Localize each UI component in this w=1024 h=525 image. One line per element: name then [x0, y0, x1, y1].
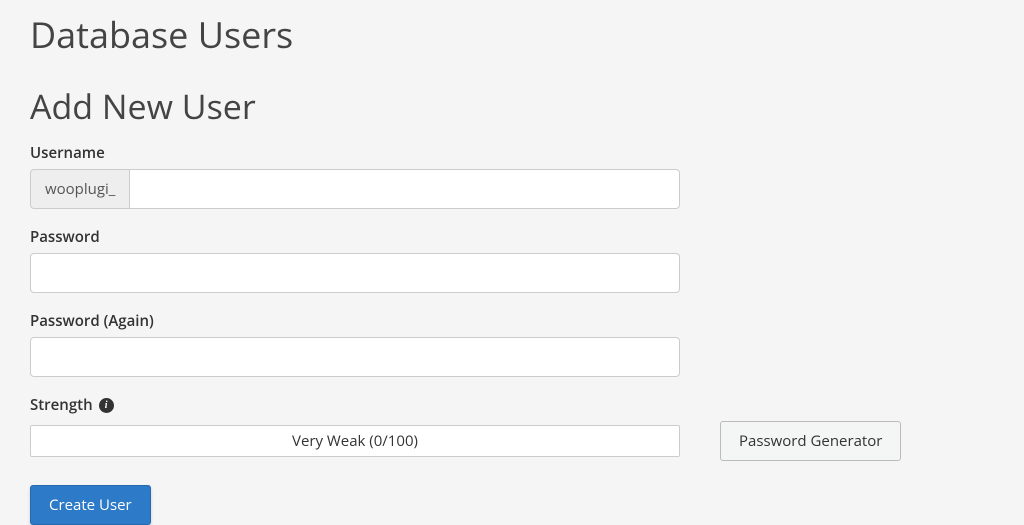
info-icon[interactable]: i [99, 398, 114, 413]
strength-label: Strength [30, 395, 93, 415]
username-prefix: wooplugi_ [30, 169, 129, 209]
username-field[interactable] [129, 169, 680, 209]
strength-indicator: Very Weak (0/100) [30, 425, 680, 457]
section-title: Add New User [30, 83, 994, 129]
create-user-button[interactable]: Create User [30, 485, 151, 525]
page-title: Database Users [30, 10, 994, 59]
password-again-label: Password (Again) [30, 311, 994, 331]
username-label: Username [30, 143, 994, 163]
password-label: Password [30, 227, 994, 247]
password-again-field[interactable] [30, 337, 680, 377]
password-generator-button[interactable]: Password Generator [720, 421, 901, 461]
password-field[interactable] [30, 253, 680, 293]
